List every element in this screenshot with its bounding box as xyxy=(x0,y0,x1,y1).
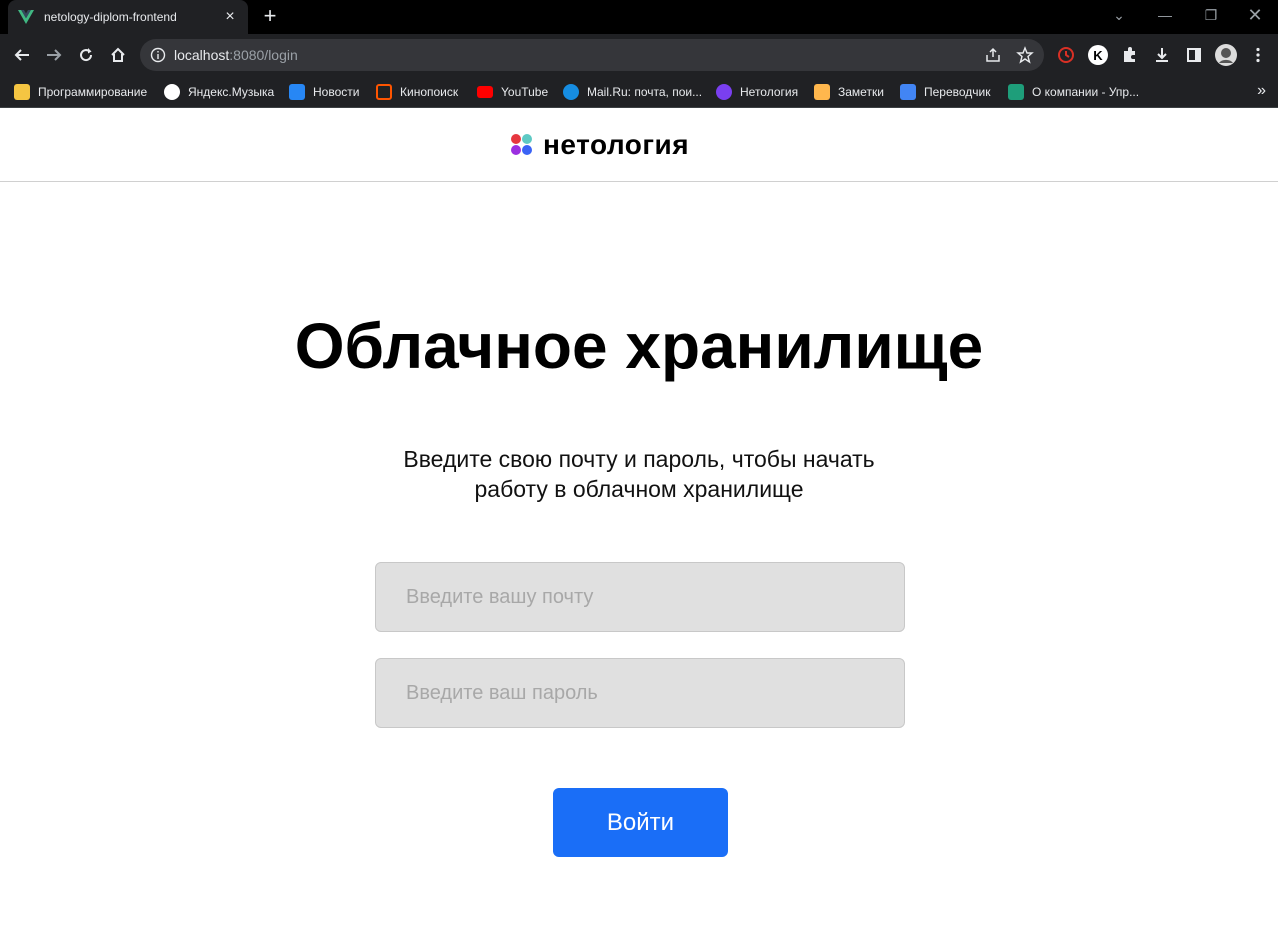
tab-title: netology-diplom-frontend xyxy=(44,10,177,24)
share-icon[interactable] xyxy=(984,46,1002,64)
bookmark-item[interactable]: Нетология xyxy=(716,82,798,102)
vue-icon xyxy=(18,9,34,25)
minimize-icon[interactable]: — xyxy=(1142,0,1188,30)
svg-text:K: K xyxy=(1093,48,1103,63)
menu-kebab-icon[interactable] xyxy=(1247,44,1269,66)
bookmark-item[interactable]: Программирование xyxy=(14,82,147,102)
site-header: нетология xyxy=(0,109,1278,182)
reload-icon[interactable] xyxy=(74,43,98,67)
more-bookmarks-icon[interactable]: » xyxy=(1257,82,1266,100)
bookmark-label: Новости xyxy=(313,85,360,99)
netology-icon xyxy=(716,84,732,100)
email-field[interactable] xyxy=(375,562,905,632)
bookmark-label: О компании - Упр... xyxy=(1032,85,1140,99)
netology-logo[interactable]: нетология xyxy=(511,129,689,161)
page-title: Облачное хранилище xyxy=(294,310,984,382)
extension-k-icon[interactable]: K xyxy=(1087,44,1109,66)
page-subtitle: Введите свою почту и пароль, чтобы начат… xyxy=(389,444,889,504)
company-icon xyxy=(1008,84,1024,100)
url-path: :8080/login xyxy=(229,47,298,63)
home-icon[interactable] xyxy=(106,43,130,67)
extensions-puzzle-icon[interactable] xyxy=(1119,44,1141,66)
subtitle-line-1: Введите свою почту и пароль, чтобы начат… xyxy=(403,446,875,472)
bookmark-item[interactable]: Переводчик xyxy=(900,82,991,102)
bookmark-label: Заметки xyxy=(838,85,884,99)
bookmark-item[interactable]: Заметки xyxy=(814,82,884,102)
mailru-icon xyxy=(563,84,579,100)
bookmark-item[interactable]: Новости xyxy=(289,82,359,102)
bookmark-item[interactable]: О компании - Упр... xyxy=(1008,82,1139,102)
download-icon[interactable] xyxy=(1151,44,1173,66)
forward-icon[interactable] xyxy=(42,43,66,67)
browser-tab[interactable]: netology-diplom-frontend × xyxy=(8,0,248,34)
folder-icon xyxy=(14,84,30,100)
bookmark-label: Яндекс.Музыка xyxy=(188,85,275,99)
login-button[interactable]: Войти xyxy=(553,788,728,857)
password-field[interactable] xyxy=(375,658,905,728)
youtube-icon xyxy=(477,86,493,98)
new-tab-button[interactable]: + xyxy=(259,5,281,28)
browser-toolbar: localhost:8080/login K xyxy=(0,34,1278,76)
page: нетология Облачное хранилище Введите сво… xyxy=(0,109,1278,935)
vk-icon xyxy=(289,84,305,100)
url-host: localhost xyxy=(174,47,230,63)
bookmark-item[interactable]: YouTube xyxy=(477,82,548,102)
bookmark-item[interactable]: Яндекс.Музыка xyxy=(164,82,274,102)
close-tab-icon[interactable]: × xyxy=(222,9,238,25)
tab-search-icon[interactable]: ⌄ xyxy=(1096,0,1142,30)
kinopoisk-icon xyxy=(376,84,392,100)
extension-red-icon[interactable] xyxy=(1055,44,1077,66)
bookmarks-bar: Программирование Яндекс.Музыка Новости К… xyxy=(0,76,1278,108)
bookmark-item[interactable]: Mail.Ru: почта, пои... xyxy=(563,82,702,102)
subtitle-line-2: работу в облачном хранилище xyxy=(474,476,804,502)
bookmark-item[interactable]: Кинопоиск xyxy=(376,82,458,102)
bookmark-label: Переводчик xyxy=(924,85,991,99)
bookmark-label: Программирование xyxy=(38,85,148,99)
side-panel-icon[interactable] xyxy=(1183,44,1205,66)
profile-avatar-icon[interactable] xyxy=(1215,44,1237,66)
site-info-icon[interactable] xyxy=(150,47,166,63)
bookmark-label: Нетология xyxy=(740,85,799,99)
url-text: localhost:8080/login xyxy=(174,47,298,63)
yandex-music-icon xyxy=(164,84,180,100)
browser-tabbar: netology-diplom-frontend × + ⌄ — ❐ ✕ xyxy=(0,0,1278,34)
logo-text: нетология xyxy=(543,129,690,160)
back-icon[interactable] xyxy=(10,43,34,67)
translate-icon xyxy=(900,84,916,100)
netology-logo-icon xyxy=(511,134,533,156)
notes-icon xyxy=(814,84,830,100)
address-bar[interactable]: localhost:8080/login xyxy=(140,39,1044,71)
bookmark-label: Кинопоиск xyxy=(400,85,459,99)
bookmark-star-icon[interactable] xyxy=(1016,46,1034,64)
bookmark-label: YouTube xyxy=(501,85,549,99)
close-window-icon[interactable]: ✕ xyxy=(1232,0,1278,30)
bookmark-label: Mail.Ru: почта, пои... xyxy=(587,85,703,99)
restore-icon[interactable]: ❐ xyxy=(1188,0,1234,30)
